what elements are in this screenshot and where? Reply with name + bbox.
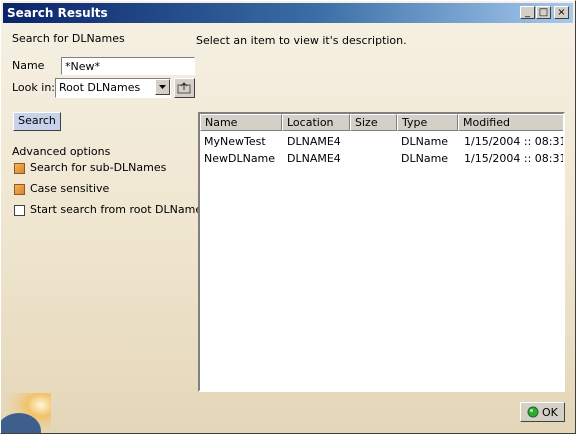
folder-up-icon <box>177 82 191 94</box>
ok-button-label: OK <box>542 406 558 419</box>
search-button[interactable]: Search <box>13 112 61 131</box>
green-light-icon <box>527 406 539 418</box>
cell-name: MyNewTest <box>204 135 266 148</box>
column-header-modified[interactable]: Modified <box>458 114 563 131</box>
dropdown-arrow-button[interactable] <box>155 79 170 95</box>
minimize-button[interactable]: _ <box>520 6 535 19</box>
table-row[interactable]: MyNewTest DLNAME4 DLName 1/15/2004 :: 08… <box>200 133 563 149</box>
title-bar[interactable]: Search Results _ □ × <box>3 3 573 23</box>
sub-dlnames-checkbox[interactable] <box>14 163 25 174</box>
lookin-label: Look in: <box>12 81 55 94</box>
cell-type: DLName <box>401 135 449 148</box>
chevron-down-icon <box>159 85 166 89</box>
column-header-name[interactable]: Name <box>200 114 282 131</box>
lookin-selected-value: Root DLNames <box>59 81 141 94</box>
planet-logo-icon <box>1 393 51 433</box>
cell-location: DLNAME4 <box>287 135 341 148</box>
maximize-button[interactable]: □ <box>536 6 551 19</box>
cell-modified: 1/15/2004 :: 08:31 <box>464 135 565 148</box>
column-header-type[interactable]: Type <box>397 114 458 131</box>
cell-modified: 1/15/2004 :: 08:31 <box>464 152 565 165</box>
ok-button[interactable]: OK <box>520 402 565 422</box>
search-results-window: Search Results _ □ × Search for DLNames … <box>0 0 576 434</box>
instruction-text: Select an item to view it's description. <box>196 34 407 47</box>
results-list[interactable]: Name Location Size Type Modified MyNewTe… <box>198 112 565 392</box>
window-title: Search Results <box>7 6 108 20</box>
sub-dlnames-label: Search for sub-DLNames <box>30 161 167 174</box>
search-button-label: Search <box>18 114 56 127</box>
column-header-size[interactable]: Size <box>350 114 397 131</box>
search-heading: Search for DLNames <box>12 32 125 45</box>
case-sensitive-checkbox[interactable] <box>14 184 25 195</box>
cell-type: DLName <box>401 152 449 165</box>
name-input[interactable] <box>61 57 195 75</box>
case-sensitive-label: Case sensitive <box>30 182 110 195</box>
table-row[interactable]: NewDLName DLNAME4 DLName 1/15/2004 :: 08… <box>200 150 563 166</box>
cell-name: NewDLName <box>204 152 276 165</box>
root-search-checkbox[interactable] <box>14 205 25 216</box>
name-label: Name <box>12 59 45 72</box>
advanced-options-label: Advanced options <box>12 145 111 158</box>
root-search-label: Start search from root DLName <box>30 203 203 216</box>
cell-location: DLNAME4 <box>287 152 341 165</box>
close-button[interactable]: × <box>554 6 569 19</box>
column-header-location[interactable]: Location <box>282 114 350 131</box>
lookin-dropdown[interactable]: Root DLNames <box>55 78 171 98</box>
browse-up-button[interactable] <box>174 78 195 98</box>
